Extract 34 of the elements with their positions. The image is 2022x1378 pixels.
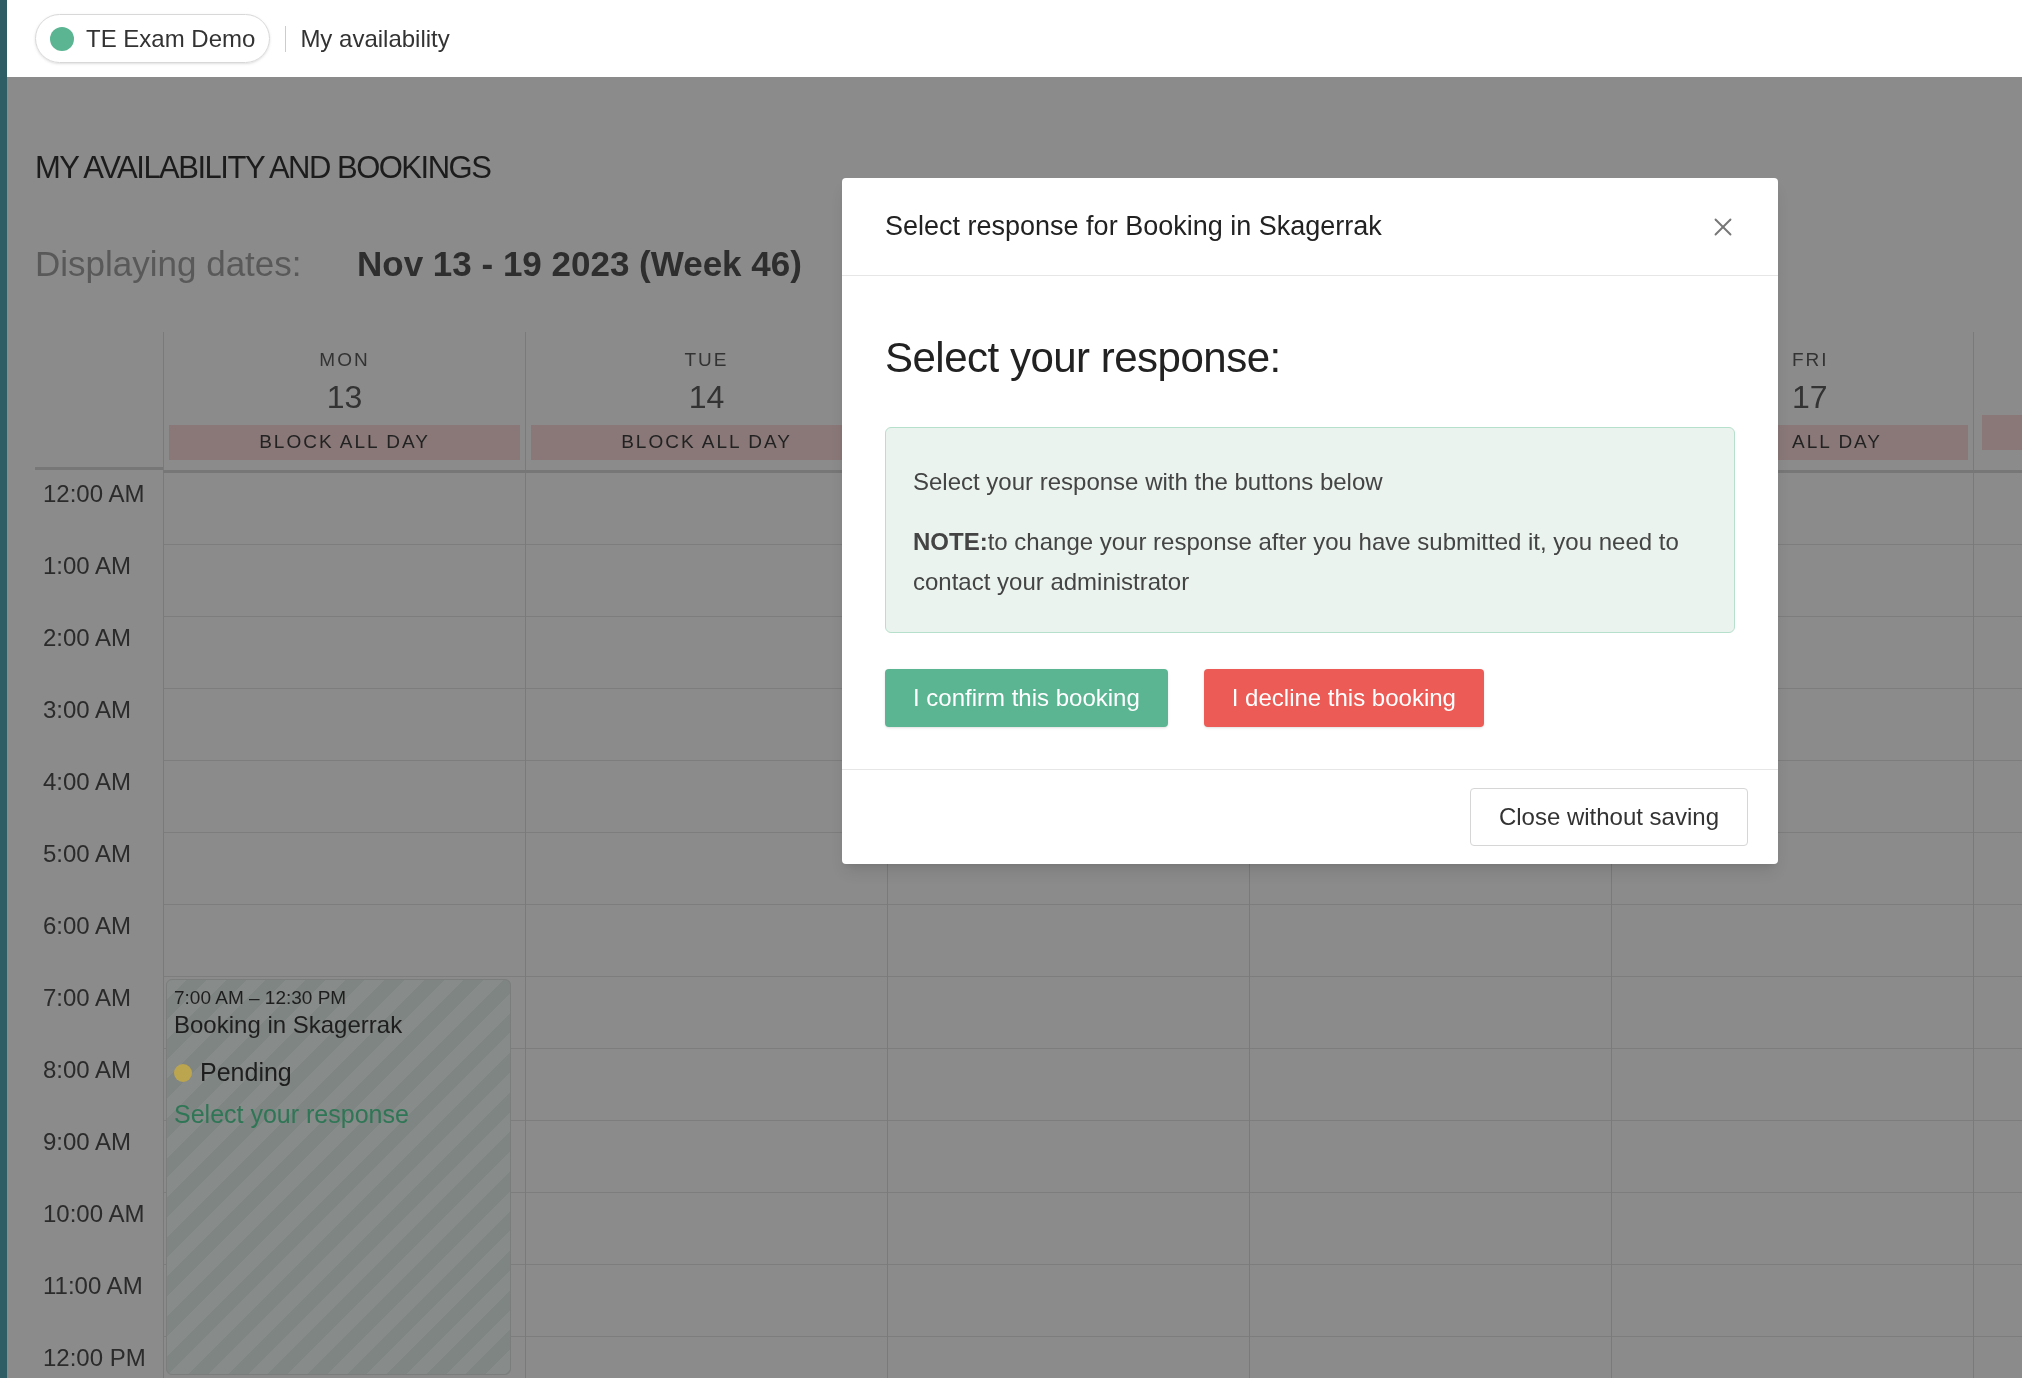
block-all-day-button[interactable]: BLOCK ALL DAY: [169, 424, 520, 460]
event-title: Booking in Skagerrak: [174, 1010, 403, 1040]
date-number: 14: [688, 377, 725, 417]
decline-button[interactable]: I decline this booking: [1203, 669, 1484, 727]
page-title: MY AVAILABILITY AND BOOKINGS: [35, 149, 492, 187]
time-label: 4:00 AM: [43, 768, 132, 795]
breadcrumb: My availability: [300, 23, 450, 54]
weekday-label: FRI: [1792, 348, 1829, 372]
time-label: 5:00 AM: [43, 840, 132, 867]
info-text: Select your response with the buttons below: [913, 467, 1384, 497]
status-label: Pending: [200, 1057, 292, 1088]
date-number: 13: [326, 377, 363, 417]
weekday-label: TUE: [684, 348, 729, 372]
date-number: 17: [1792, 377, 1828, 417]
time-label: 7:00 AM: [43, 984, 132, 1011]
dialog-title: Select response for Booking in Skagerrak: [885, 210, 1382, 244]
close-without-saving-button[interactable]: Close without saving: [1469, 788, 1748, 846]
time-label: 8:00 AM: [43, 1056, 132, 1083]
time-label: 12:00 PM: [43, 1344, 146, 1371]
time-label: 10:00 AM: [43, 1200, 145, 1227]
info-text: NOTE:to change your response after you have submitted it, you need to contact your administrator: [913, 527, 1680, 597]
time-label: 12:00 AM: [43, 480, 145, 507]
confirm-button[interactable]: I confirm this booking: [885, 669, 1168, 727]
time-label: 9:00 AM: [43, 1128, 132, 1155]
time-label: 6:00 AM: [43, 912, 132, 939]
dates-value: Nov 13 - 19 2023 (Week 46): [357, 242, 802, 285]
event-time: 7:00 AM – 12:30 PM: [174, 986, 347, 1010]
weekday-label: MON: [319, 348, 370, 372]
dialog-heading: Select your response:: [885, 333, 1282, 383]
time-label: 3:00 AM: [43, 696, 132, 723]
time-label: 2:00 AM: [43, 624, 132, 651]
booking-event[interactable]: 7:00 AM – 12:30 PM Booking in Skagerrak Pending Select your response: [166, 979, 511, 1375]
time-label: 11:00 AM: [43, 1272, 143, 1299]
time-label: 1:00 AM: [43, 552, 132, 579]
